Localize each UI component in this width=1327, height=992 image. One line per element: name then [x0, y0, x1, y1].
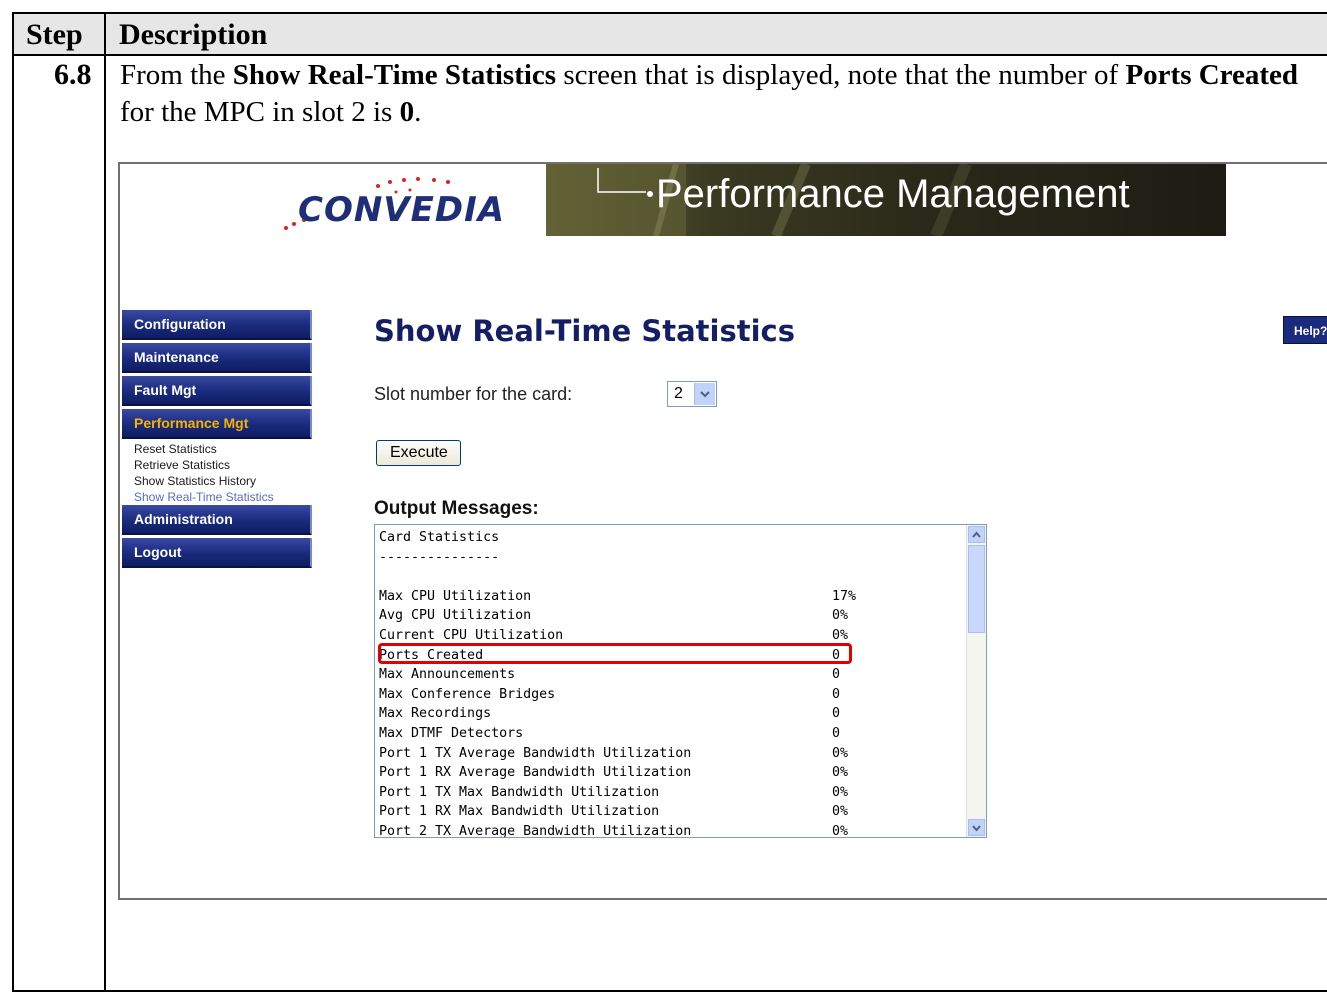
- column-divider: [104, 14, 106, 990]
- output-line-value: 0%: [832, 823, 849, 838]
- output-line: Max DTMF Detectors 0: [379, 724, 840, 744]
- scroll-down-icon[interactable]: [968, 819, 985, 836]
- scrollbar[interactable]: [966, 525, 986, 837]
- sub-reset-statistics[interactable]: Reset Statistics: [134, 442, 217, 456]
- desc-bold-3: 0: [399, 96, 415, 128]
- app-screenshot: CONVEDIA Performance Management Configur…: [118, 162, 1327, 900]
- output-line-label: Port 1 RX Average Bandwidth Utilization: [379, 765, 692, 781]
- nav-fault-mgt[interactable]: Fault Mgt: [122, 376, 312, 406]
- output-line: Port 1 RX Max Bandwidth Utilization 0%: [379, 802, 848, 822]
- output-line-label: Avg CPU Utilization: [379, 608, 532, 624]
- output-messages-textarea[interactable]: Card Statistics --------------- Max CPU Ut…: [374, 524, 987, 838]
- output-line-label: Max CPU Utilization: [379, 588, 532, 604]
- output-line: ---------------: [379, 548, 691, 568]
- output-line: Port 2 TX Average Bandwidth Utilization 0…: [379, 822, 848, 838]
- sub-show-real-time-statistics[interactable]: Show Real-Time Statistics: [134, 490, 274, 504]
- output-lines: Card Statistics --------------- Max CPU Ut…: [379, 528, 856, 838]
- output-line-value: 0: [832, 725, 841, 741]
- output-line: Port 1 TX Max Bandwidth Utilization 0%: [379, 783, 848, 803]
- output-line-label: Port 2 TX Average Bandwidth Utilization: [379, 823, 692, 838]
- output-line-value: 0%: [832, 784, 849, 800]
- scroll-thumb[interactable]: [968, 545, 985, 633]
- desc-text-3: for the MPC in slot 2 is: [120, 96, 400, 128]
- output-line-value: 0%: [832, 765, 849, 781]
- output-line-label: Max Conference Bridges: [379, 686, 556, 702]
- output-line: Avg CPU Utilization 0%: [379, 606, 848, 626]
- output-line-label: Max Announcements: [379, 667, 516, 683]
- convedia-logo: CONVEDIA: [278, 176, 528, 232]
- ports-created-highlight: [378, 643, 852, 664]
- desc-text-1: From the: [120, 59, 233, 91]
- slot-label: Slot number for the card:: [374, 384, 573, 404]
- scroll-up-icon[interactable]: [968, 526, 985, 543]
- output-line: Port 1 RX Average Bandwidth Utilization 0…: [379, 763, 848, 783]
- nav-performance-mgt[interactable]: Performance Mgt: [122, 409, 312, 439]
- output-line: Port 1 TX Average Bandwidth Utilization 0…: [379, 744, 848, 764]
- sub-retrieve-statistics[interactable]: Retrieve Statistics: [134, 458, 230, 472]
- output-line-label: Current CPU Utilization: [379, 627, 564, 643]
- output-line-label: Max Recordings: [379, 706, 492, 722]
- output-line-value: 0%: [832, 745, 849, 761]
- output-line-label: Max DTMF Detectors: [379, 725, 524, 741]
- nav-logout[interactable]: Logout: [122, 538, 312, 568]
- output-line-value: 0%: [832, 804, 849, 820]
- help-button[interactable]: Help?: [1283, 316, 1327, 344]
- output-line-value: 17%: [832, 588, 857, 604]
- output-line-label: Card Statistics: [379, 530, 500, 545]
- output-line-label: Port 1 TX Average Bandwidth Utilization: [379, 745, 692, 761]
- logo-text: CONVEDIA: [298, 190, 506, 230]
- banner-title: Performance Management: [656, 172, 1130, 216]
- step-number: 6.8: [54, 58, 92, 91]
- header-step: Step: [26, 18, 83, 51]
- desc-text-2: screen that is displayed, note that the …: [556, 59, 1126, 91]
- output-line: Max CPU Utilization 17%: [379, 587, 856, 607]
- nav-configuration[interactable]: Configuration: [122, 310, 312, 340]
- output-line: Max Conference Bridges 0: [379, 685, 840, 705]
- header-description: Description: [119, 18, 268, 51]
- step-description: From the Show Real-Time Statistics scree…: [120, 57, 1320, 131]
- banner: Performance Management: [546, 164, 1226, 236]
- output-line-value: 0: [832, 706, 841, 722]
- output-line: Max Recordings 0: [379, 704, 840, 724]
- page-title: Show Real-Time Statistics: [374, 314, 795, 348]
- output-line: Card Statistics: [379, 528, 691, 548]
- output-line-label: Port 1 TX Max Bandwidth Utilization: [379, 784, 660, 800]
- output-line-value: 0: [832, 686, 841, 702]
- table-header-row: Step Description: [14, 14, 1327, 56]
- output-line-value: 0%: [832, 608, 849, 624]
- chevron-down-icon[interactable]: [694, 383, 715, 405]
- sub-show-statistics-history[interactable]: Show Statistics History: [134, 474, 256, 488]
- nav-maintenance[interactable]: Maintenance: [122, 343, 312, 373]
- output-messages-label: Output Messages:: [374, 498, 539, 519]
- output-line: Max Announcements 0: [379, 665, 840, 685]
- desc-bold-1: Show Real-Time Statistics: [232, 59, 557, 91]
- slot-select[interactable]: 2: [667, 381, 717, 407]
- output-line-label: Port 1 RX Max Bandwidth Utilization: [379, 804, 660, 820]
- slot-select-value: 2: [674, 385, 683, 402]
- output-line-label: ---------------: [379, 549, 500, 565]
- desc-bold-2: Ports Created: [1125, 59, 1299, 91]
- execute-button[interactable]: Execute: [376, 440, 461, 466]
- nav-administration[interactable]: Administration: [122, 505, 312, 535]
- output-line-value: 0: [832, 667, 841, 683]
- desc-text-4: .: [414, 96, 422, 128]
